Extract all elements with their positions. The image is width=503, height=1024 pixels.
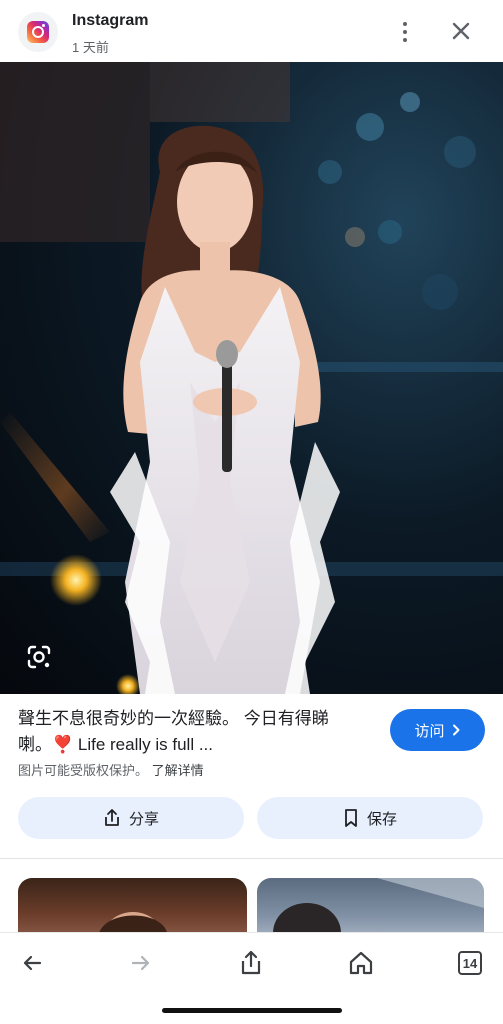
post-time: 1 天前: [72, 40, 109, 55]
image-caption[interactable]: 聲生不息很奇妙的一次經驗。 今日有得睇喇。❣️ Life really is f…: [18, 706, 368, 758]
source-name[interactable]: Instagram: [72, 12, 148, 30]
header: Instagram 1 天前: [0, 0, 503, 62]
visit-button-label: 访问: [414, 722, 445, 740]
save-button[interactable]: 保存: [257, 797, 483, 839]
learn-more-link[interactable]: 了解详情: [152, 763, 204, 778]
home-icon[interactable]: [341, 943, 381, 983]
share-label: 分享: [128, 810, 159, 828]
chevron-right-icon: [452, 724, 459, 736]
photo-illustration: [0, 62, 503, 694]
app-icon[interactable]: [18, 12, 58, 52]
forward-arrow-icon[interactable]: [121, 943, 161, 983]
google-lens-icon[interactable]: [22, 640, 56, 674]
home-indicator: [162, 1008, 342, 1013]
copyright-text: 图片可能受版权保护。: [18, 763, 149, 778]
tabs-icon[interactable]: 14: [450, 943, 490, 983]
more-vert-icon[interactable]: [392, 18, 418, 46]
main-image[interactable]: [0, 62, 503, 694]
tab-count: 14: [458, 951, 482, 975]
save-label: 保存: [366, 810, 397, 828]
bookmark-icon: [345, 809, 357, 827]
related-image-thumbnail[interactable]: [257, 878, 484, 938]
share-icon: [105, 809, 119, 826]
share-icon[interactable]: [231, 943, 271, 983]
share-button[interactable]: 分享: [18, 797, 244, 839]
close-icon[interactable]: [446, 16, 476, 46]
related-image-thumbnail[interactable]: [18, 878, 247, 938]
visit-button[interactable]: 访问: [390, 709, 485, 751]
back-arrow-icon[interactable]: [12, 943, 52, 983]
divider: [0, 858, 503, 859]
copyright-notice: 图片可能受版权保护。 了解详情: [18, 760, 204, 779]
instagram-logo-icon: [27, 21, 49, 43]
